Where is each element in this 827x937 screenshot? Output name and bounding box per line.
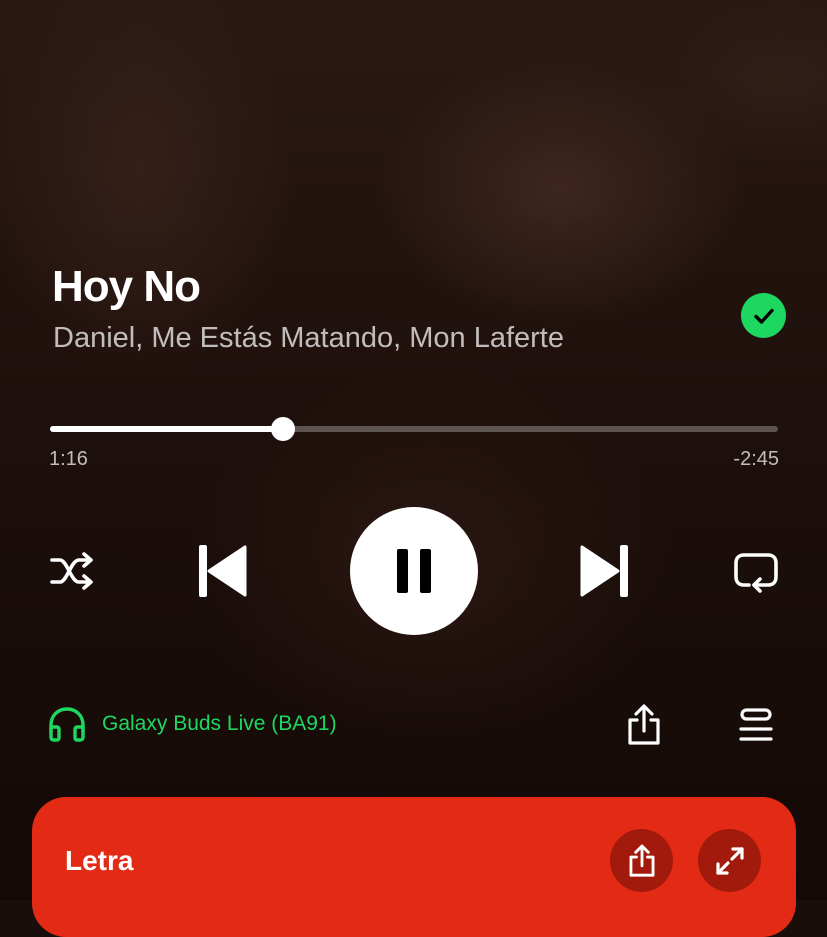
expand-icon	[715, 846, 744, 875]
shuffle-button[interactable]	[48, 548, 98, 594]
album-art-background	[0, 0, 827, 900]
previous-track-button[interactable]	[196, 543, 248, 599]
skip-previous-icon	[199, 545, 247, 597]
next-track-button[interactable]	[579, 543, 631, 599]
skip-next-icon	[580, 545, 628, 597]
pause-button[interactable]	[350, 507, 478, 635]
pause-icon	[397, 549, 431, 593]
elapsed-time: 1:16	[49, 448, 88, 470]
lyrics-expand-button[interactable]	[698, 829, 761, 892]
headphones-icon	[49, 707, 85, 742]
queue-button[interactable]	[737, 706, 775, 744]
progress-scrubber-handle[interactable]	[270, 417, 295, 441]
queue-icon	[739, 708, 773, 741]
remaining-time: -2:45	[733, 448, 779, 470]
repeat-icon	[734, 553, 778, 593]
repeat-button[interactable]	[731, 548, 781, 594]
saved-to-library-button[interactable]	[741, 293, 786, 338]
lyrics-title: Letra	[65, 845, 134, 876]
progress-fill	[50, 426, 283, 432]
track-title: Hoy No	[52, 262, 201, 311]
progress-bar[interactable]	[50, 417, 778, 441]
share-icon	[629, 844, 654, 877]
device-name: Galaxy Buds Live (BA91)	[102, 712, 337, 735]
share-button[interactable]	[624, 703, 664, 747]
check-icon	[753, 308, 774, 324]
lyrics-share-button[interactable]	[610, 829, 673, 892]
lyrics-card[interactable]: Letra	[32, 797, 796, 937]
track-artist[interactable]: Daniel, Me Estás Matando, Mon Laferte	[53, 322, 564, 355]
share-icon	[628, 704, 660, 745]
connected-device-button[interactable]: Galaxy Buds Live (BA91)	[48, 706, 337, 742]
shuffle-icon	[50, 552, 93, 590]
